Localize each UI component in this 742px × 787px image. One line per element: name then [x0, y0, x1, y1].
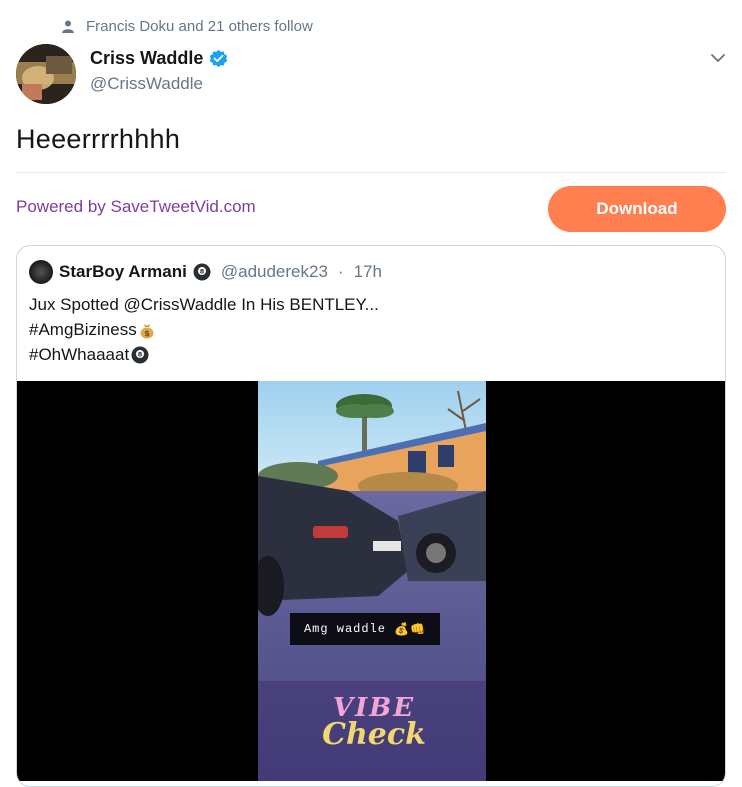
author-block[interactable]: Criss Waddle @CrissWaddle	[90, 48, 229, 94]
powered-by-link[interactable]: Powered by SaveTweetVid.com	[16, 197, 256, 217]
divider	[16, 172, 726, 173]
social-context[interactable]: Francis Doku and 21 others follow	[62, 18, 313, 35]
quoted-line-3: #OhWhaaaat 8	[29, 342, 379, 367]
verified-icon	[210, 49, 228, 68]
money-bag-icon: $	[140, 323, 154, 338]
hashtag-amgbiziness[interactable]: #AmgBiziness	[29, 317, 137, 342]
quoted-author-name[interactable]: StarBoy Armani	[59, 262, 187, 282]
svg-text:8: 8	[138, 350, 143, 358]
author-name[interactable]: Criss Waddle	[90, 48, 203, 69]
quoted-separator: ·	[337, 262, 344, 281]
author-handle[interactable]: @CrissWaddle	[90, 74, 229, 94]
svg-text:$: $	[144, 329, 150, 338]
avatar[interactable]	[16, 44, 76, 104]
eight-ball-icon: 8	[131, 346, 149, 363]
quoted-time[interactable]: 17h	[354, 262, 382, 282]
download-button[interactable]: Download	[548, 186, 726, 232]
svg-text:8: 8	[200, 268, 205, 276]
video-caption: Amg waddle 💰👊	[290, 613, 440, 645]
quoted-line-2: #AmgBiziness $	[29, 317, 379, 342]
vibe-check-sticker: VIBE Check	[314, 693, 434, 752]
quoted-line-1: Jux Spotted @CrissWaddle In His BENTLEY.…	[29, 295, 379, 314]
social-context-text: Francis Doku and 21 others follow	[86, 18, 313, 35]
eight-ball-icon: 8	[193, 263, 211, 281]
hashtag-ohwhaaaat[interactable]: #OhWhaaaat	[29, 342, 129, 367]
quoted-text: Jux Spotted @CrissWaddle In His BENTLEY.…	[29, 292, 379, 367]
quoted-tweet[interactable]: StarBoy Armani 8 @aduderek23 · 17h Jux S…	[16, 245, 726, 787]
chevron-down-icon[interactable]	[708, 48, 728, 68]
quoted-avatar[interactable]	[29, 260, 53, 284]
video-frame: Amg waddle 💰👊 VIBE Check	[258, 381, 486, 781]
person-icon	[62, 20, 74, 33]
tweet-text: Heeerrrrhhhh	[16, 124, 181, 154]
quoted-handle[interactable]: @aduderek23	[221, 262, 328, 282]
avatar-image	[16, 44, 76, 104]
video-player[interactable]: Amg waddle 💰👊 VIBE Check	[17, 381, 725, 781]
check-text: Check	[322, 717, 426, 752]
quoted-tweet-header: StarBoy Armani 8 @aduderek23 · 17h	[29, 260, 382, 284]
